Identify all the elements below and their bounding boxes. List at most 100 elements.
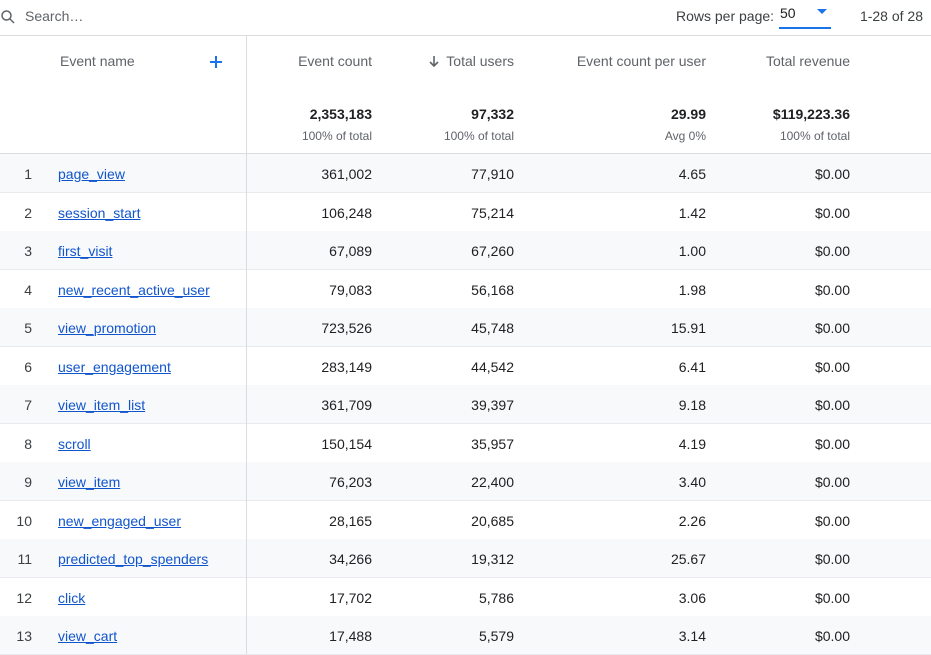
event-count-cell: 34,266 xyxy=(329,551,372,567)
row-index: 9 xyxy=(24,474,32,490)
event-count-per-user-cell: 6.41 xyxy=(678,358,706,375)
total-users-cell: 44,542 xyxy=(471,358,514,375)
column-header-event-count-per-user[interactable]: Event count per user xyxy=(577,53,706,69)
table-row: 9 view_item 76,203 22,400 3.40 $0.00 xyxy=(0,462,931,501)
row-index: 4 xyxy=(24,281,32,298)
row-index: 1 xyxy=(24,166,32,182)
event-count-per-user-cell: 3.06 xyxy=(678,589,706,606)
total-users-cell: 45,748 xyxy=(471,320,514,336)
event-name-link[interactable]: session_start xyxy=(58,205,140,221)
total-users: 97,332 xyxy=(471,106,514,122)
total-event-count-per-user-avg: Avg 0% xyxy=(664,129,706,143)
total-event-count-share: 100% of total xyxy=(301,129,372,143)
table-row: 2 session_start 106,248 75,214 1.42 $0.00 xyxy=(0,193,931,232)
event-count-cell: 106,248 xyxy=(321,204,372,221)
total-users-cell: 67,260 xyxy=(471,243,514,259)
row-index: 2 xyxy=(24,204,32,221)
event-name-link[interactable]: view_item_list xyxy=(58,397,145,413)
row-index: 6 xyxy=(24,358,32,375)
column-header-total-revenue[interactable]: Total revenue xyxy=(766,53,850,69)
event-count-cell: 79,083 xyxy=(329,281,372,298)
event-count-cell: 28,165 xyxy=(329,512,372,529)
total-revenue-cell: $0.00 xyxy=(814,551,850,567)
table-row: 8 scroll 150,154 35,957 4.19 $0.00 xyxy=(0,424,931,463)
search-icon xyxy=(1,10,15,24)
total-event-count-per-user: 29.99 xyxy=(670,106,706,122)
column-header-total-users[interactable]: Total users xyxy=(428,53,514,69)
row-index: 10 xyxy=(16,512,32,529)
total-revenue: $119,223.36 xyxy=(772,106,850,122)
total-revenue-cell: $0.00 xyxy=(814,589,850,606)
event-name-link[interactable]: predicted_top_spenders xyxy=(58,551,208,567)
table-row: 5 view_promotion 723,526 45,748 15.91 $0.00 xyxy=(0,308,931,347)
event-count-per-user-cell: 4.65 xyxy=(678,166,706,182)
column-header-event-name[interactable]: Event name xyxy=(60,53,135,69)
row-index: 3 xyxy=(24,243,32,259)
event-name-link[interactable]: view_item xyxy=(58,474,120,490)
event-count-cell: 723,526 xyxy=(321,320,372,336)
event-name-link[interactable]: user_engagement xyxy=(58,359,171,375)
row-index: 13 xyxy=(16,628,32,644)
event-name-link[interactable]: view_promotion xyxy=(58,320,156,336)
column-divider xyxy=(246,36,247,654)
search-input[interactable] xyxy=(25,7,325,25)
total-revenue-cell: $0.00 xyxy=(814,512,850,529)
total-revenue-cell: $0.00 xyxy=(814,320,850,336)
total-revenue-cell: $0.00 xyxy=(814,281,850,298)
total-users-cell: 56,168 xyxy=(471,281,514,298)
total-users-cell: 22,400 xyxy=(471,474,514,490)
event-count-per-user-cell: 3.14 xyxy=(678,628,706,644)
total-users-cell: 75,214 xyxy=(471,204,514,221)
table-row: 4 new_recent_active_user 79,083 56,168 1.98 $… xyxy=(0,270,931,309)
total-revenue-cell: $0.00 xyxy=(814,435,850,452)
event-count-per-user-cell: 25.67 xyxy=(670,551,706,567)
event-count-cell: 17,488 xyxy=(329,628,372,644)
rows-per-page-value: 50 xyxy=(780,5,796,21)
rows-per-page-label: Rows per page: xyxy=(676,8,775,24)
event-count-per-user-cell: 1.00 xyxy=(678,243,706,259)
event-name-link[interactable]: scroll xyxy=(58,436,91,452)
total-revenue-cell: $0.00 xyxy=(814,397,850,413)
row-index: 5 xyxy=(24,320,32,336)
event-count-cell: 76,203 xyxy=(329,474,372,490)
event-name-link[interactable]: click xyxy=(58,590,85,606)
total-revenue-cell: $0.00 xyxy=(814,474,850,490)
table-row: 11 predicted_top_spenders 34,266 19,312 25.6… xyxy=(0,539,931,578)
event-count-per-user-cell: 15.91 xyxy=(670,320,706,336)
table-row: 6 user_engagement 283,149 44,542 6.41 $0.00 xyxy=(0,347,931,386)
event-name-link[interactable]: page_view xyxy=(58,166,125,182)
total-users-cell: 77,910 xyxy=(471,166,514,182)
total-users-cell: 19,312 xyxy=(471,551,514,567)
total-revenue-cell: $0.00 xyxy=(814,204,850,221)
table-row: 3 first_visit 67,089 67,260 1.00 $0.00 xyxy=(0,231,931,270)
total-revenue-cell: $0.00 xyxy=(814,243,850,259)
event-name-link[interactable]: first_visit xyxy=(58,243,112,259)
total-users-cell: 39,397 xyxy=(471,397,514,413)
add-dimension-button[interactable] xyxy=(206,52,226,72)
event-name-link[interactable]: view_cart xyxy=(58,628,117,644)
table-row: 7 view_item_list 361,709 39,397 9.18 $0.00 xyxy=(0,385,931,424)
event-count-per-user-cell: 3.40 xyxy=(678,474,706,490)
row-index: 7 xyxy=(24,397,32,413)
event-count-cell: 361,002 xyxy=(321,166,372,182)
total-revenue-share: 100% of total xyxy=(779,129,850,143)
event-name-link[interactable]: new_recent_active_user xyxy=(58,282,210,298)
rows-per-page-select[interactable]: 50 xyxy=(779,3,831,29)
total-users-cell: 35,957 xyxy=(471,435,514,452)
table-row: 13 view_cart 17,488 5,579 3.14 $0.00 xyxy=(0,616,931,655)
row-index: 12 xyxy=(16,589,32,606)
column-header-event-count[interactable]: Event count xyxy=(298,53,372,69)
event-count-per-user-cell: 2.26 xyxy=(678,512,706,529)
total-event-count: 2,353,183 xyxy=(309,106,372,122)
table-header: Event name Event count Total users Event… xyxy=(0,36,931,154)
event-count-per-user-cell: 4.19 xyxy=(678,435,706,452)
total-users-share: 100% of total xyxy=(443,129,514,143)
total-users-cell: 5,579 xyxy=(478,628,514,644)
event-count-per-user-cell: 1.42 xyxy=(678,204,706,221)
total-revenue-cell: $0.00 xyxy=(814,358,850,375)
column-header-total-users-label: Total users xyxy=(446,53,514,69)
arrow-down-icon xyxy=(429,56,439,67)
total-users-cell: 5,786 xyxy=(478,589,514,606)
event-count-cell: 17,702 xyxy=(329,589,372,606)
event-name-link[interactable]: new_engaged_user xyxy=(58,513,181,529)
